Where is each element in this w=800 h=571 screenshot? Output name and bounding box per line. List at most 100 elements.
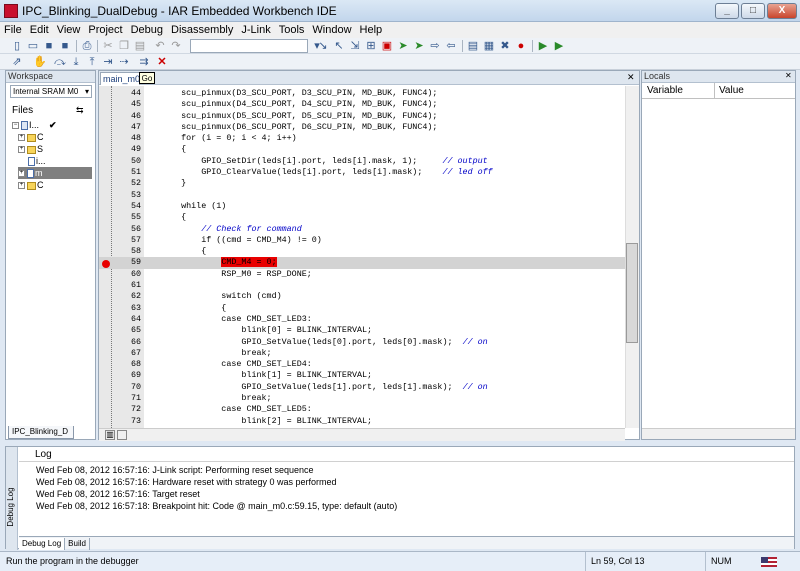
- code-line[interactable]: 54 while (1): [99, 201, 639, 212]
- toggle-bookmark-icon[interactable]: ▣: [380, 39, 394, 53]
- tab-debug-log[interactable]: Debug Log: [19, 538, 66, 550]
- scroll-left-icon[interactable]: [117, 430, 127, 440]
- go-icon[interactable]: ⇉: [137, 55, 151, 69]
- expand-icon[interactable]: +: [18, 134, 25, 142]
- make-icon[interactable]: ▦: [482, 39, 496, 53]
- prev-bookmark-icon[interactable]: ➤: [412, 39, 426, 53]
- maximize-button[interactable]: □: [741, 3, 765, 19]
- step-out-icon[interactable]: ⤒: [85, 55, 99, 69]
- next-bookmark-icon[interactable]: ➤: [396, 39, 410, 53]
- split-icon[interactable]: ▥: [105, 430, 115, 440]
- expand-icon[interactable]: +: [18, 170, 25, 178]
- code-line[interactable]: 45 scu_pinmux(D4_SCU_PORT, D4_SCU_PIN, M…: [99, 99, 639, 110]
- code-line[interactable]: 56 // Check for command: [99, 224, 639, 235]
- debug-no-download-icon[interactable]: ▶: [552, 39, 566, 53]
- breakpoint-icon[interactable]: ●: [514, 39, 528, 53]
- expand-icon[interactable]: +: [18, 182, 25, 190]
- code-line[interactable]: 48 for (i = 0; i < 4; i++): [99, 133, 639, 144]
- code-line[interactable]: 52 }: [99, 178, 639, 189]
- go-to-icon[interactable]: ⊞: [364, 39, 378, 53]
- menu-window[interactable]: Window: [308, 22, 355, 38]
- nav-forward-icon[interactable]: ⇨: [428, 39, 442, 53]
- code-line[interactable]: 62 switch (cmd): [99, 291, 639, 302]
- close-tab-icon[interactable]: ✕: [627, 72, 635, 83]
- code-line[interactable]: 63 {: [99, 303, 639, 314]
- tab-build[interactable]: Build: [65, 538, 90, 550]
- locals-scrollbar[interactable]: [642, 428, 795, 439]
- undo-icon[interactable]: ↶: [153, 39, 167, 53]
- cut-icon[interactable]: ✂: [101, 39, 115, 53]
- code-line[interactable]: 49 {: [99, 144, 639, 155]
- tree-item-project[interactable]: − I... ✔: [12, 119, 92, 131]
- code-line[interactable]: 59 CMD_M4 = 0;: [99, 257, 639, 269]
- horizontal-scrollbar[interactable]: ▥: [99, 428, 625, 441]
- menu-help[interactable]: Help: [356, 22, 387, 38]
- menu-project[interactable]: Project: [84, 22, 126, 38]
- collapse-icon[interactable]: −: [12, 122, 19, 130]
- close-button[interactable]: X: [767, 3, 797, 19]
- compile-icon[interactable]: ▤: [466, 39, 480, 53]
- code-line[interactable]: 69 blink[1] = BLINK_INTERVAL;: [99, 370, 639, 381]
- code-line[interactable]: 64 case CMD_SET_LED3:: [99, 314, 639, 325]
- open-icon[interactable]: ▭: [26, 39, 40, 53]
- tree-item-folder[interactable]: + C: [18, 179, 92, 191]
- code-line[interactable]: 61: [99, 280, 639, 291]
- code-area[interactable]: 44 scu_pinmux(D3_SCU_PORT, D3_SCU_PIN, M…: [99, 88, 639, 430]
- code-line[interactable]: 58 {: [99, 246, 639, 257]
- breakpoint-marker-icon[interactable]: [102, 260, 110, 268]
- find-prev-icon[interactable]: ↖: [332, 39, 346, 53]
- code-line[interactable]: 67 break;: [99, 348, 639, 359]
- step-into-icon[interactable]: ⤓: [69, 55, 83, 69]
- configuration-select[interactable]: Internal SRAM M0 ▾: [10, 85, 92, 98]
- tree-item-file-selected[interactable]: + m: [18, 167, 92, 179]
- redo-icon[interactable]: ↷: [169, 39, 183, 53]
- files-toggle-icon[interactable]: ⇆: [76, 103, 84, 118]
- copy-icon[interactable]: ❐: [117, 39, 131, 53]
- find-next-icon[interactable]: ↘: [316, 39, 330, 53]
- replace-icon[interactable]: ⇲: [348, 39, 362, 53]
- menu-jlink[interactable]: J-Link: [237, 22, 274, 38]
- code-line[interactable]: 65 blink[0] = BLINK_INTERVAL;: [99, 325, 639, 336]
- code-line[interactable]: 44 scu_pinmux(D3_SCU_PORT, D3_SCU_PIN, M…: [99, 88, 639, 99]
- step-over-icon[interactable]: ⤼: [53, 55, 67, 69]
- next-statement-icon[interactable]: ⇥: [101, 55, 115, 69]
- menu-file[interactable]: File: [0, 22, 26, 38]
- code-line[interactable]: 46 scu_pinmux(D5_SCU_PORT, D5_SCU_PIN, M…: [99, 111, 639, 122]
- variable-column-header[interactable]: Variable: [647, 83, 683, 99]
- code-line[interactable]: 73 blink[2] = BLINK_INTERVAL;: [99, 416, 639, 427]
- value-column-header[interactable]: Value: [714, 83, 744, 99]
- code-line[interactable]: 71 break;: [99, 393, 639, 404]
- workspace-tab[interactable]: IPC_Blinking_D: [8, 426, 74, 439]
- code-line[interactable]: 51 GPIO_ClearValue(leds[i].port, leds[i]…: [99, 167, 639, 178]
- code-line[interactable]: 57 if ((cmd = CMD_M4) != 0): [99, 235, 639, 246]
- code-line[interactable]: 47 scu_pinmux(D6_SCU_PORT, D6_SCU_PIN, M…: [99, 122, 639, 133]
- print-icon[interactable]: ⎙: [80, 39, 94, 53]
- code-line[interactable]: 66 GPIO_SetValue(leds[0].port, leds[0].m…: [99, 337, 639, 348]
- tree-item-folder[interactable]: + C: [18, 131, 92, 143]
- close-pane-icon[interactable]: ✕: [785, 71, 792, 80]
- menu-disassembly[interactable]: Disassembly: [167, 22, 237, 38]
- menu-edit[interactable]: Edit: [26, 22, 53, 38]
- stop-build-icon[interactable]: ✖: [498, 39, 512, 53]
- scrollbar-thumb[interactable]: [626, 243, 638, 343]
- run-to-cursor-icon[interactable]: ⇢: [117, 55, 131, 69]
- save-all-icon[interactable]: ■: [58, 39, 72, 53]
- stop-debug-icon[interactable]: ✕: [155, 55, 169, 69]
- menu-view[interactable]: View: [53, 22, 85, 38]
- new-file-icon[interactable]: ▯: [10, 39, 24, 53]
- editor-tab[interactable]: main_m0.c: [100, 72, 147, 85]
- nav-back-icon[interactable]: ⇦: [444, 39, 458, 53]
- code-line[interactable]: 60 RSP_M0 = RSP_DONE;: [99, 269, 639, 280]
- menu-debug[interactable]: Debug: [127, 22, 167, 38]
- expand-icon[interactable]: +: [18, 146, 25, 154]
- tree-item-folder[interactable]: + S: [18, 143, 92, 155]
- break-icon[interactable]: ✋: [33, 55, 47, 69]
- menu-tools[interactable]: Tools: [275, 22, 309, 38]
- find-combobox[interactable]: [190, 39, 308, 53]
- code-line[interactable]: 50 GPIO_SetDir(leds[i].port, leds[i].mas…: [99, 156, 639, 167]
- minimize-button[interactable]: _: [715, 3, 739, 19]
- code-line[interactable]: 55 {: [99, 212, 639, 223]
- code-line[interactable]: 53: [99, 190, 639, 201]
- tree-item-file[interactable]: i...: [28, 155, 92, 167]
- code-line[interactable]: 68 case CMD_SET_LED4:: [99, 359, 639, 370]
